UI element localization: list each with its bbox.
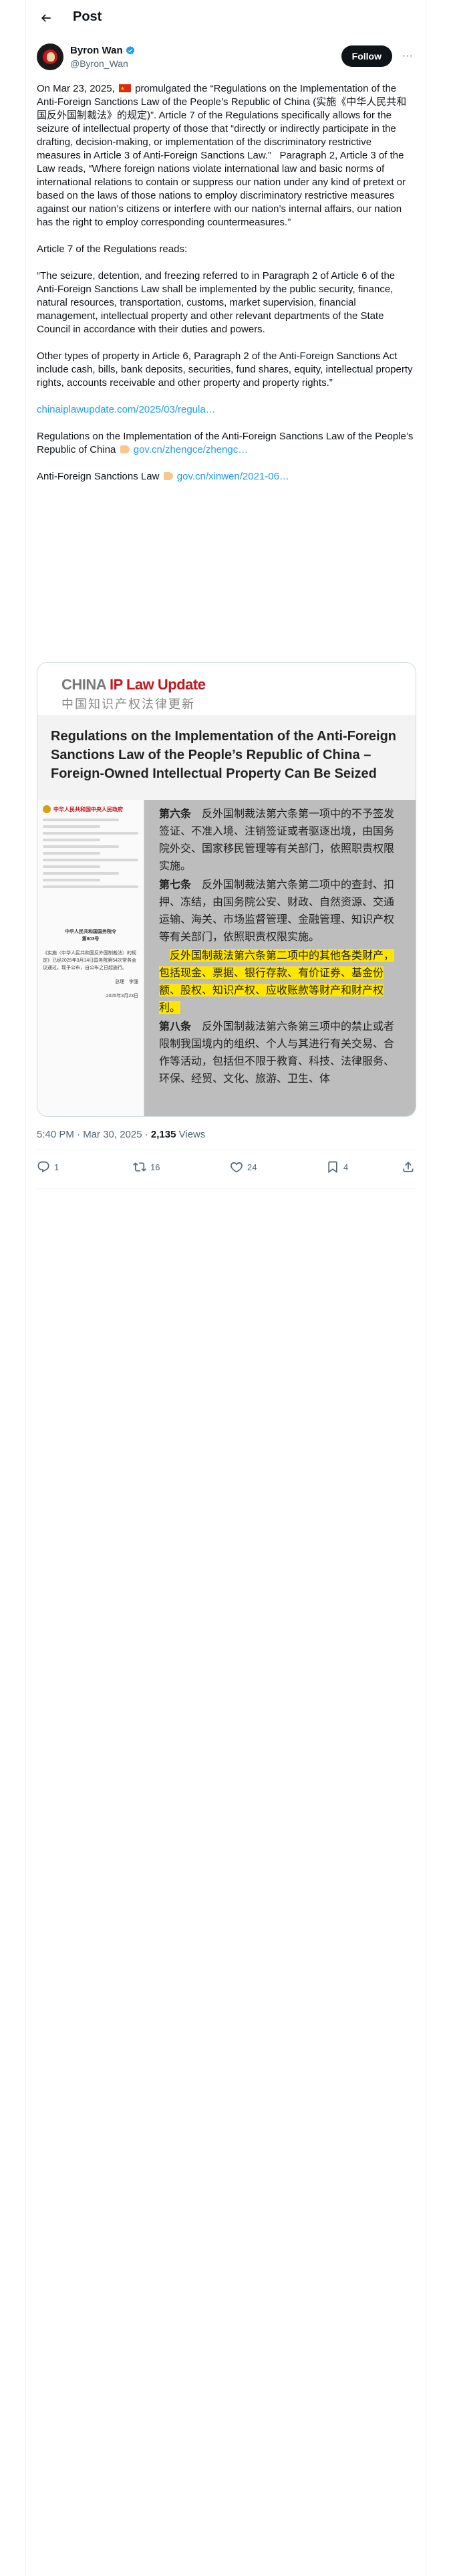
gov-emblem-icon — [43, 805, 51, 813]
article-7: 第七条 反外国制裁法第六条第二项中的查封、扣押、冻结，由国务院公安、财政、自然资… — [159, 878, 395, 943]
image-headline: Regulations on the Implementation of the… — [37, 715, 416, 790]
post-paragraph-4: Other types of property in Article 6, Pa… — [37, 350, 416, 389]
more-options-icon[interactable]: ··· — [399, 47, 416, 65]
pointing-hand-icon — [120, 445, 130, 453]
post-paragraph-2: Article 7 of the Regulations reads: — [37, 243, 188, 255]
post-paragraph-5: Regulations on the Implementation of the… — [37, 431, 416, 455]
post-image[interactable]: CHINA IP Law Update 中国知识产权法律更新 Regulatio… — [37, 662, 416, 1117]
article-6: 第六条 反外国制裁法第六条第一项中的不予签发签证、不准入境、注销签证或者驱逐出境… — [159, 807, 395, 872]
logo-chinese-subtitle: 中国知识产权法律更新 — [61, 697, 195, 711]
arrow-left-icon — [41, 14, 51, 22]
share-button[interactable] — [402, 1160, 415, 1174]
like-button[interactable]: 24 — [230, 1160, 257, 1174]
author-handle[interactable]: @Byron_Wan — [70, 58, 128, 69]
page-title: Post — [73, 9, 102, 24]
post-paragraph-1: On Mar 23, 2025, promulgated the “Regula… — [37, 82, 416, 229]
verified-badge-icon — [126, 45, 134, 55]
heart-icon — [231, 1162, 243, 1173]
author-name-text: Byron Wan — [70, 45, 123, 56]
post-timestamp[interactable]: 5:40 PM · Mar 30, 2025 · — [37, 1129, 151, 1140]
image-header: CHINA IP Law Update 中国知识产权法律更新 — [37, 663, 416, 715]
pointing-hand-icon — [163, 472, 173, 480]
divider — [37, 1188, 416, 1189]
repost-icon — [133, 1162, 146, 1172]
bookmark-icon — [328, 1161, 337, 1174]
avatar[interactable] — [37, 43, 63, 70]
post-paragraph-3: “The seizure, detention, and freezing re… — [37, 270, 398, 335]
doc-body: 《实施〈中华人民共和国反外国制裁法〉的规定》已经2025年3月14日国务院第54… — [43, 951, 137, 970]
post-text: On Mar 23, 2025, promulgated the “Regula… — [37, 82, 416, 497]
gov-document-thumbnail: 中华人民共和国中央人民政府 中华人民共和国国务院令 第803号 《实施〈中华人民… — [37, 800, 144, 1116]
author-row: Byron Wan @Byron_Wan Follow ··· — [37, 43, 416, 73]
views-count: 2,135 — [150, 1129, 176, 1140]
post-column: Post Byron Wan @Byron_Wan Follow ··· On … — [25, 0, 426, 2576]
back-button[interactable] — [37, 9, 55, 27]
doc-title: 中华人民共和国国务院令 第803号 — [65, 930, 116, 942]
post-paragraph-6: Anti-Foreign Sanctions Law gov.cn/xinwen… — [37, 471, 289, 482]
gov-site-header: 中华人民共和国中央人民政府 — [43, 805, 138, 813]
article-7-highlight: 反外国制裁法第六条第二项中的其他各类财产，包括现金、票据、银行存款、有价证券、基… — [159, 949, 395, 1014]
article-8: 第八条 反外国制裁法第六条第三项中的禁止或者限制我国境内的组织、个人与其进行有关… — [159, 1020, 395, 1085]
bookmark-count: 4 — [343, 1162, 349, 1172]
repost-button[interactable]: 16 — [133, 1160, 160, 1174]
doc-date: 2025年3月23日 — [106, 994, 138, 998]
like-count: 24 — [247, 1162, 257, 1172]
repost-count: 16 — [150, 1162, 160, 1172]
follow-button[interactable]: Follow — [341, 45, 392, 67]
author-name[interactable]: Byron Wan — [70, 45, 136, 56]
reply-button[interactable]: 1 — [37, 1160, 59, 1174]
bookmark-button[interactable]: 4 — [326, 1160, 348, 1174]
post-link-chinaiplawupdate[interactable]: chinaiplawupdate.com/2025/03/regula… — [37, 404, 216, 415]
doc-signature: 总理 李强 — [115, 980, 138, 984]
share-icon — [403, 1162, 414, 1172]
action-bar: 1 16 24 4 — [37, 1156, 416, 1183]
reply-icon — [37, 1161, 49, 1173]
top-bar: Post — [26, 0, 427, 35]
china-flag-icon — [118, 82, 131, 96]
post-link-gov-xinwen[interactable]: gov.cn/xinwen/2021-06… — [177, 471, 289, 482]
reply-count: 1 — [54, 1162, 59, 1172]
regulation-excerpt: 第六条 反外国制裁法第六条第一项中的不予签发签证、不准入境、注销签证或者驱逐出境… — [144, 800, 416, 1116]
china-ip-law-update-logo: CHINA IP Law Update — [61, 676, 206, 693]
post-meta: 5:40 PM · Mar 30, 2025 · 2,135 Views — [37, 1129, 205, 1140]
views-label: Views — [176, 1129, 206, 1140]
post-link-gov-zhengce[interactable]: gov.cn/zhengce/zhengc… — [134, 444, 249, 455]
